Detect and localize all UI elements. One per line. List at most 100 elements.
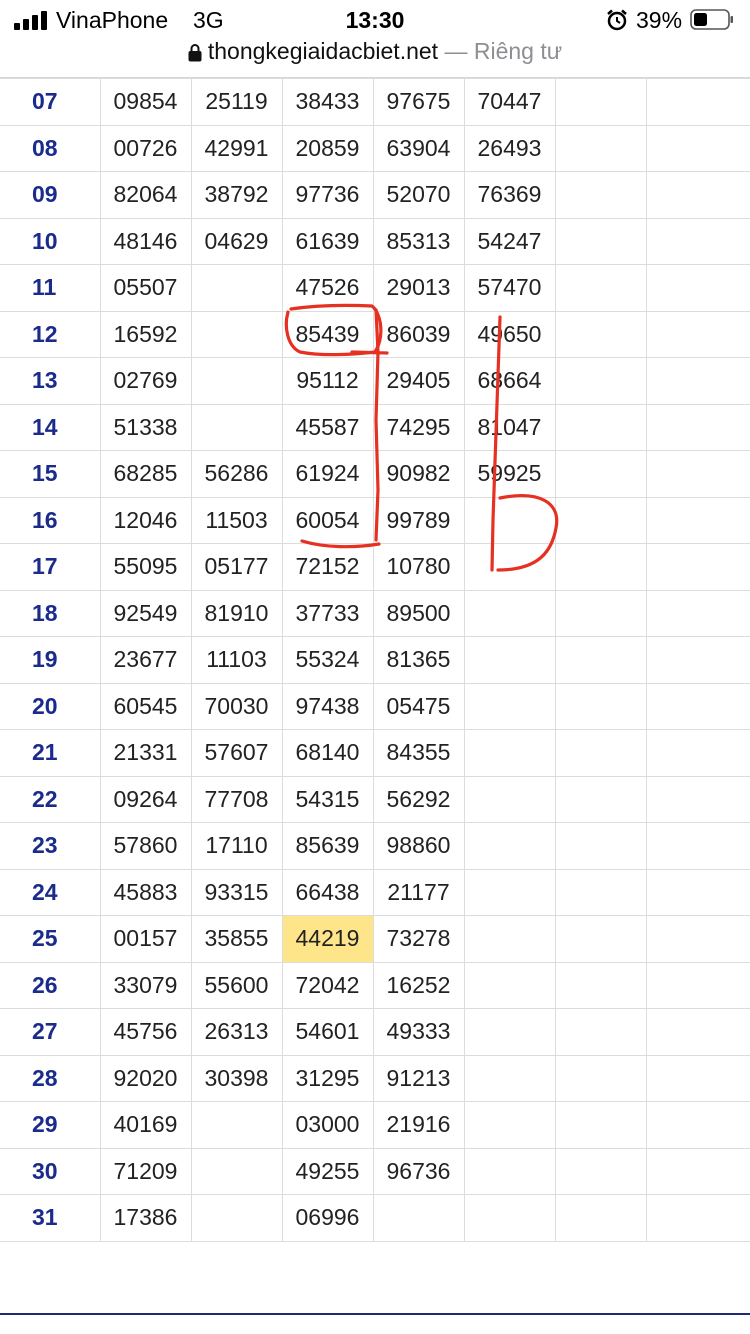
day-cell: 29	[0, 1101, 101, 1149]
address-bar[interactable]: thongkegiaidacbiet.net — Riêng tư	[0, 38, 750, 76]
result-cell	[645, 915, 750, 963]
result-cell: 68140	[281, 729, 374, 777]
result-cell	[554, 1101, 647, 1149]
result-cell: 09264	[99, 775, 192, 823]
result-cell	[463, 543, 556, 591]
result-cell: 52070	[372, 171, 465, 219]
result-cell: 12046	[99, 496, 192, 544]
result-cell	[645, 1008, 750, 1056]
result-cell: 66438	[281, 868, 374, 916]
result-cell	[645, 171, 750, 219]
result-cell: 37733	[281, 589, 374, 637]
result-cell	[645, 1054, 750, 1102]
day-cell: 09	[0, 171, 101, 219]
result-cell: 92549	[99, 589, 192, 637]
result-cell	[554, 682, 647, 730]
result-cell: 61639	[281, 217, 374, 265]
result-cell: 99789	[372, 496, 465, 544]
result-cell: 49650	[463, 310, 556, 358]
result-cell: 73278	[372, 915, 465, 963]
table-row: 11 05507 47526 29013 57470	[0, 264, 750, 312]
table-row: 28 92020 30398 31295 91213	[0, 1054, 750, 1102]
result-cell: 29013	[372, 264, 465, 312]
table-row: 18 92549 81910 37733 89500	[0, 589, 750, 637]
result-cell: 85439	[281, 310, 374, 358]
result-cell: 56286	[190, 450, 283, 498]
result-cell	[645, 496, 750, 544]
result-cell	[554, 1054, 647, 1102]
result-cell	[463, 729, 556, 777]
result-cell	[554, 171, 647, 219]
day-cell: 30	[0, 1147, 101, 1195]
result-cell: 10780	[372, 543, 465, 591]
result-cell	[463, 1008, 556, 1056]
result-cell: 60545	[99, 682, 192, 730]
table-row: 29 40169 03000 21916	[0, 1101, 750, 1149]
table-row: 22 09264 77708 54315 56292	[0, 775, 750, 823]
result-cell	[554, 403, 647, 451]
battery-icon	[690, 9, 733, 30]
result-cell: 48146	[99, 217, 192, 265]
result-cell: 61924	[281, 450, 374, 498]
table-row: 10 48146 04629 61639 85313 54247	[0, 217, 750, 265]
table-row: 26 33079 55600 72042 16252	[0, 961, 750, 1009]
result-cell	[645, 310, 750, 358]
result-cell	[554, 217, 647, 265]
table-row: 14 51338 45587 74295 81047	[0, 403, 750, 451]
result-cell	[645, 868, 750, 916]
day-cell: 07	[0, 78, 101, 126]
result-cell	[463, 1194, 556, 1242]
result-cell	[554, 915, 647, 963]
result-cell: 51338	[99, 403, 192, 451]
result-cell: 16252	[372, 961, 465, 1009]
table-row: 31 17386 06996	[0, 1194, 750, 1242]
table-row: 19 23677 11103 55324 81365	[0, 636, 750, 684]
day-cell: 20	[0, 682, 101, 730]
table-row: 20 60545 70030 97438 05475	[0, 682, 750, 730]
result-cell: 81365	[372, 636, 465, 684]
table-row: 27 45756 26313 54601 49333	[0, 1008, 750, 1056]
result-cell	[554, 1008, 647, 1056]
result-cell: 30398	[190, 1054, 283, 1102]
day-cell: 19	[0, 636, 101, 684]
result-cell: 68285	[99, 450, 192, 498]
result-cell	[554, 868, 647, 916]
day-cell: 08	[0, 124, 101, 172]
table-row: 30 71209 49255 96736	[0, 1147, 750, 1195]
result-cell: 97736	[281, 171, 374, 219]
result-cell: 31295	[281, 1054, 374, 1102]
table-row: 13 02769 95112 29405 68664	[0, 357, 750, 405]
result-cell	[463, 822, 556, 870]
status-bar: VinaPhone 3G 13:30 39%	[0, 0, 750, 40]
result-cell: 05507	[99, 264, 192, 312]
results-table-body: 07 09854 25119 38433 97675 70447 08 00726 42991 2…	[0, 78, 750, 1242]
day-cell: 16	[0, 496, 101, 544]
table-row: 07 09854 25119 38433 97675 70447	[0, 78, 750, 126]
result-cell: 63904	[372, 124, 465, 172]
result-cell	[554, 357, 647, 405]
table-row: 09 82064 38792 97736 52070 76369	[0, 171, 750, 219]
result-cell: 54315	[281, 775, 374, 823]
result-cell: 57607	[190, 729, 283, 777]
result-cell: 68664	[463, 357, 556, 405]
result-cell: 55095	[99, 543, 192, 591]
result-cell: 89500	[372, 589, 465, 637]
result-cell	[645, 403, 750, 451]
result-cell: 25119	[190, 78, 283, 126]
result-cell	[645, 1147, 750, 1195]
result-cell: 81047	[463, 403, 556, 451]
result-cell	[463, 496, 556, 544]
result-cell	[645, 636, 750, 684]
day-cell: 24	[0, 868, 101, 916]
result-cell: 98860	[372, 822, 465, 870]
result-cell: 21916	[372, 1101, 465, 1149]
result-cell	[190, 1194, 283, 1242]
result-cell: 40169	[99, 1101, 192, 1149]
result-cell: 60054	[281, 496, 374, 544]
day-cell: 21	[0, 729, 101, 777]
result-cell	[645, 357, 750, 405]
result-cell: 84355	[372, 729, 465, 777]
day-cell: 12	[0, 310, 101, 358]
day-cell: 25	[0, 915, 101, 963]
result-cell: 05475	[372, 682, 465, 730]
